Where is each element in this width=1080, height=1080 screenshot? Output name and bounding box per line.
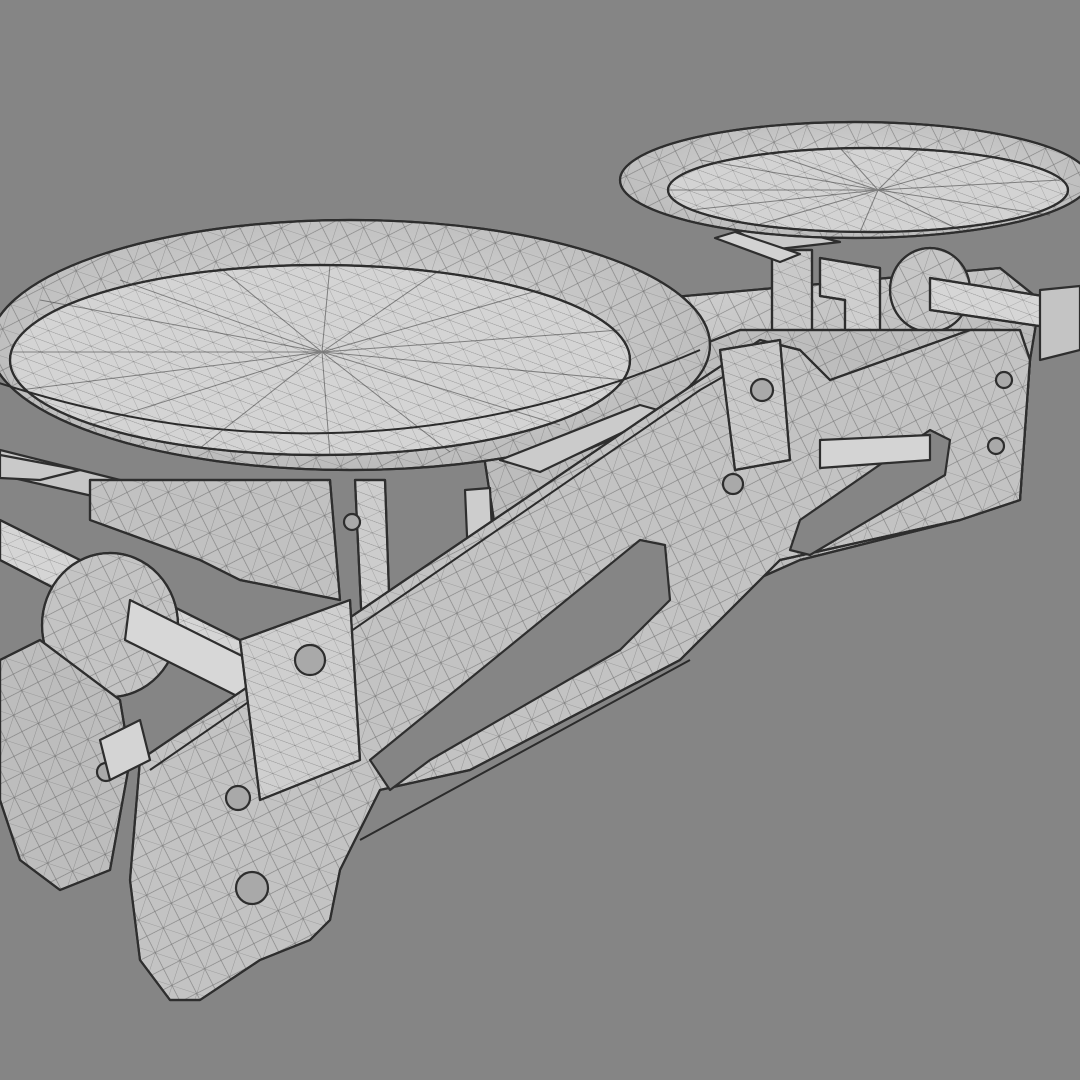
- small-pan: [618, 120, 1080, 264]
- large-pan: [0, 218, 711, 482]
- balance-scale-model: [0, 120, 1080, 1002]
- render-viewport: [0, 0, 1080, 1080]
